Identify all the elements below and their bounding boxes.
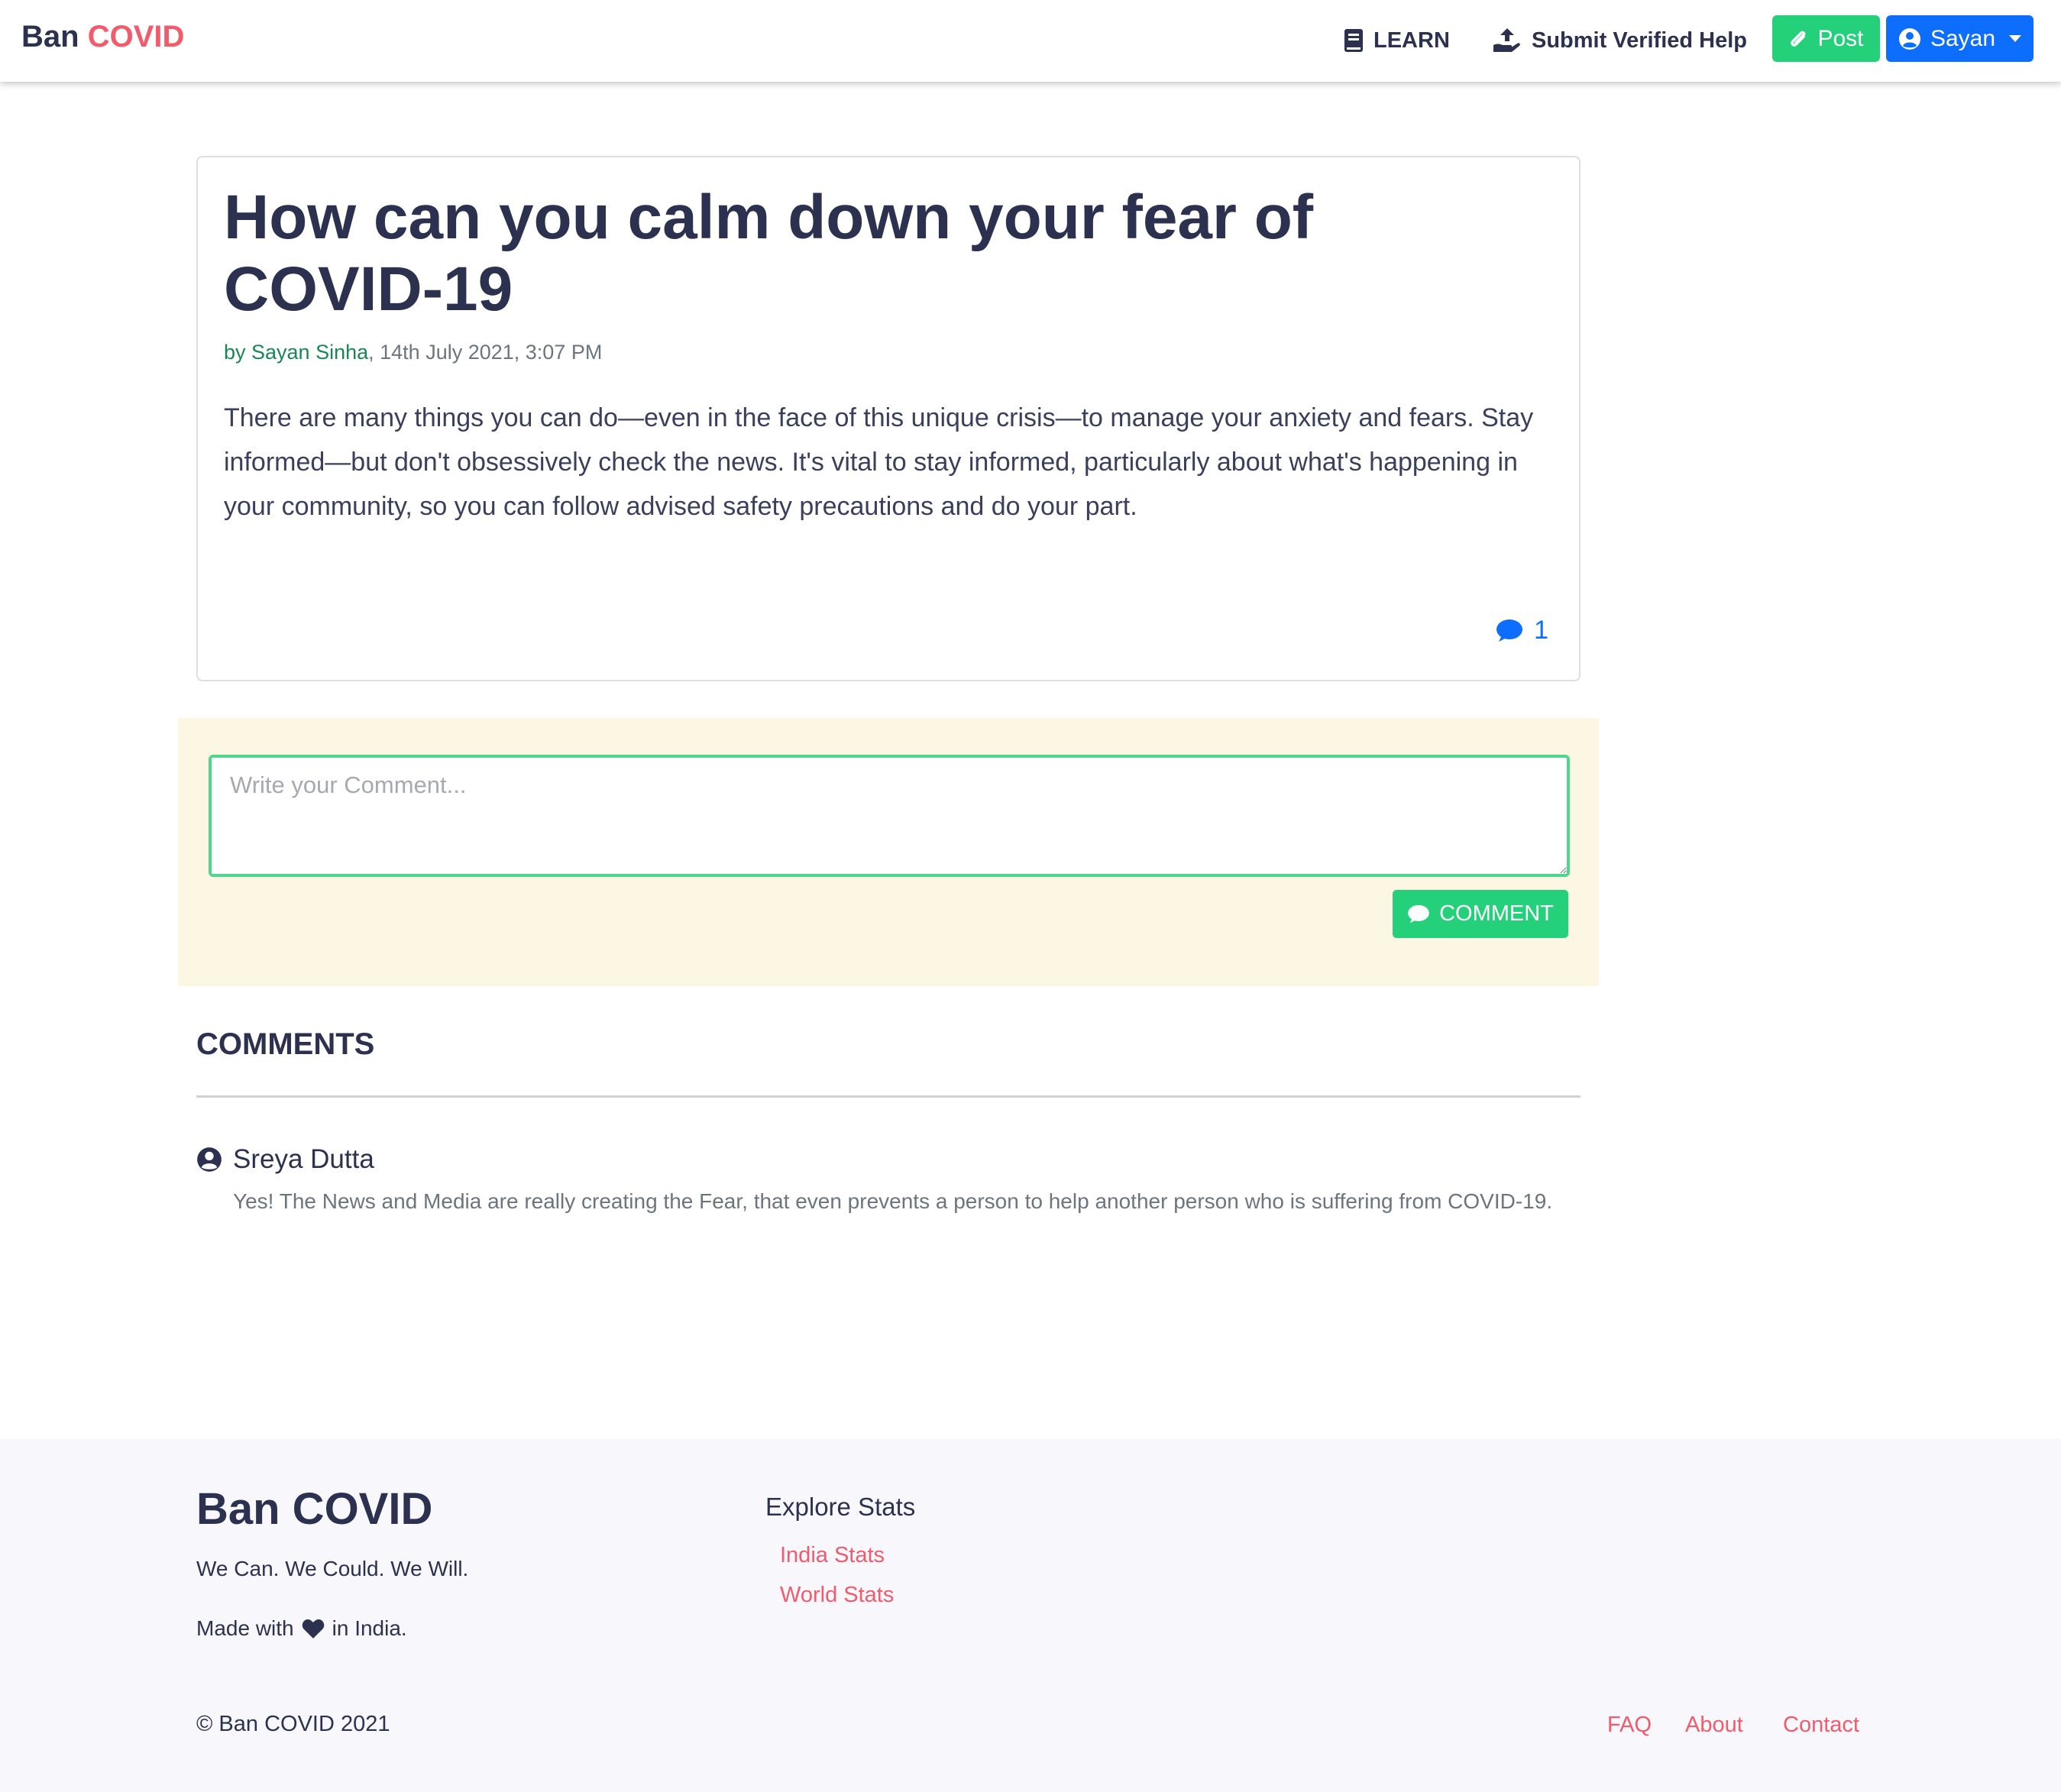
post-card: How can you calm down your fear of COVID… — [196, 156, 1581, 681]
brand-accent-text: COVID — [87, 20, 185, 53]
comment-count-value: 1 — [1534, 616, 1548, 645]
user-menu-label: Sayan — [1930, 25, 1996, 51]
heart-icon — [302, 1619, 325, 1639]
footer-made-with: Made with in India. — [196, 1616, 407, 1641]
footer-explore-heading: Explore Stats — [765, 1493, 916, 1521]
footer-tagline: We Can. We Could. We Will. — [196, 1557, 469, 1580]
comment-author: Sreya Dutta — [196, 1144, 1581, 1175]
nav-learn-label: LEARN — [1373, 27, 1450, 53]
made-with-suffix: in India. — [332, 1616, 407, 1640]
post-meta: by Sayan Sinha, 14th July 2021, 3:07 PM — [224, 341, 602, 364]
comment-count-link[interactable]: 1 — [1496, 616, 1548, 645]
post-author-link[interactable]: by Sayan Sinha — [224, 341, 368, 364]
footer-link-india-stats[interactable]: India Stats — [780, 1543, 885, 1568]
top-navbar: Ban COVID LEARN Submit Verified Help Pos… — [0, 0, 2061, 82]
brand-main-text: Ban — [21, 20, 79, 53]
speech-bubble-icon — [1407, 904, 1430, 924]
post-title: How can you calm down your fear of COVID… — [224, 183, 1314, 324]
chevron-down-icon — [2009, 35, 2022, 42]
nav-submit-help-link[interactable]: Submit Verified Help — [1493, 24, 1747, 57]
made-with-prefix: Made with — [196, 1616, 294, 1640]
user-circle-icon — [196, 1147, 222, 1173]
comment-form: COMMENT — [178, 718, 1599, 986]
post-button-label: Post — [1817, 25, 1864, 51]
post-body: There are many things you can do—even in… — [224, 403, 1534, 521]
comment-submit-button[interactable]: COMMENT — [1393, 890, 1568, 938]
speech-bubble-icon — [1496, 619, 1523, 643]
comment-author-name: Sreya Dutta — [233, 1144, 374, 1174]
nav-learn-link[interactable]: LEARN — [1344, 24, 1450, 57]
post-date: , 14th July 2021, 3:07 PM — [368, 341, 603, 364]
comments-divider — [196, 1095, 1581, 1098]
comment-item: Sreya Dutta Yes! The News and Media are … — [196, 1144, 1581, 1219]
brand-logo[interactable]: Ban COVID — [21, 20, 184, 54]
site-footer: Ban COVID We Can. We Could. We Will. Mad… — [0, 1439, 2061, 1792]
post-button[interactable]: Post — [1772, 15, 1880, 62]
footer-link-world-stats[interactable]: World Stats — [780, 1583, 894, 1608]
paperclip-icon — [1788, 27, 1808, 50]
comment-submit-label: COMMENT — [1439, 901, 1554, 926]
user-circle-icon — [1898, 27, 1921, 50]
comment-textarea[interactable] — [209, 755, 1570, 877]
footer-link-about[interactable]: About — [1685, 1713, 1743, 1738]
comment-text: Yes! The News and Media are really creat… — [233, 1189, 1553, 1213]
footer-link-contact[interactable]: Contact — [1783, 1713, 1859, 1738]
footer-brand: Ban COVID — [196, 1484, 433, 1534]
hand-holding-upload-icon — [1493, 28, 1521, 53]
footer-link-faq[interactable]: FAQ — [1607, 1713, 1652, 1738]
book-icon — [1344, 29, 1363, 52]
user-menu-button[interactable]: Sayan — [1886, 15, 2033, 62]
footer-copyright: © Ban COVID 2021 — [196, 1712, 390, 1736]
comments-heading: COMMENTS — [196, 1027, 375, 1061]
nav-submit-help-label: Submit Verified Help — [1532, 27, 1747, 53]
